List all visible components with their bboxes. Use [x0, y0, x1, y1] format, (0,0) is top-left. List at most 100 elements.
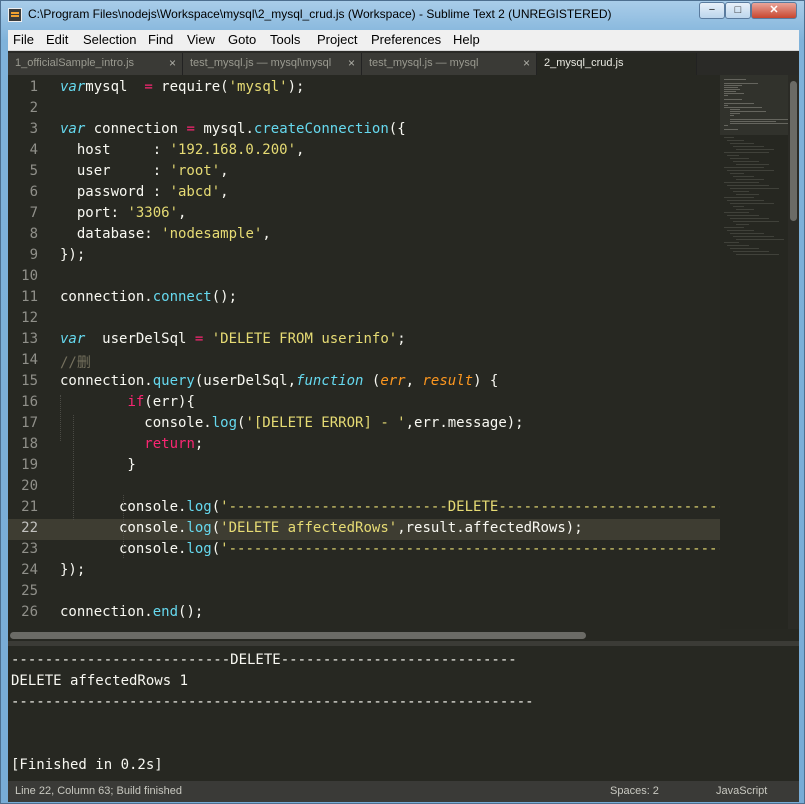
code-token: );: [287, 79, 305, 95]
code-line[interactable]: var userDelSql = 'DELETE FROM userinfo';: [60, 331, 406, 347]
code-line[interactable]: });: [60, 562, 85, 578]
vertical-scrollbar[interactable]: [788, 75, 799, 629]
code-line[interactable]: console.log('---------------------------…: [60, 541, 720, 557]
minimap-line: [724, 103, 754, 104]
code-token: end: [152, 604, 179, 620]
code-area[interactable]: varmysql = require('mysql'); var connecti…: [60, 75, 720, 629]
menu-file[interactable]: File: [13, 32, 34, 47]
minimap-line: [724, 99, 742, 100]
close-button[interactable]: ✕: [751, 2, 797, 19]
minimap-line: [727, 245, 749, 246]
minimap-line: [727, 170, 774, 171]
code-line[interactable]: return;: [60, 436, 203, 452]
code-token: '---------------------------------------…: [220, 541, 720, 557]
menu-edit[interactable]: Edit: [46, 32, 68, 47]
tab-close-icon[interactable]: ×: [348, 56, 355, 70]
line-number: 1: [29, 79, 38, 95]
code-token: var: [60, 79, 86, 95]
minimap-line: [724, 87, 738, 88]
code-line[interactable]: var connection = mysql.createConnection(…: [60, 121, 406, 137]
minimap-line: [724, 105, 728, 106]
minimap-line: [724, 93, 744, 94]
code-line[interactable]: }: [60, 457, 135, 473]
minimap-line: [727, 200, 764, 201]
menu-help[interactable]: Help: [453, 32, 480, 47]
tab-close-icon[interactable]: ×: [523, 56, 530, 70]
minimap-line: [730, 119, 790, 120]
code-line[interactable]: host : '192.168.0.200',: [60, 142, 305, 158]
code-line[interactable]: database: 'nodesample',: [60, 226, 271, 242]
code-token: var: [60, 121, 86, 137]
code-token: log: [186, 541, 212, 557]
minimap-line: [724, 227, 744, 228]
line-number: 15: [21, 373, 38, 389]
tab-1-officialsample-intro[interactable]: 1_officialSample_intro.js ×: [8, 53, 183, 75]
tab-test-mysql-mysql-mysql[interactable]: test_mysql.js — mysql\mysql ×: [183, 53, 362, 75]
code-line[interactable]: connection.connect();: [60, 289, 237, 305]
code-token: (: [211, 499, 221, 515]
code-token: database:: [60, 226, 162, 242]
status-syntax[interactable]: JavaScript: [716, 785, 767, 797]
status-indentation[interactable]: Spaces: 2: [610, 785, 659, 797]
code-line[interactable]: connection.query(userDelSql,function (er…: [60, 373, 498, 389]
indent-guide: [60, 395, 61, 441]
minimap-line: [736, 194, 759, 195]
horizontal-scrollbar[interactable]: [8, 629, 799, 641]
minimap-line: [736, 164, 769, 165]
minimize-button[interactable]: −: [699, 2, 725, 19]
code-token: port:: [60, 205, 128, 221]
code-line[interactable]: connection.end();: [60, 604, 203, 620]
code-editor[interactable]: 1 2 3 4 5 6 7 8 9 10 11 12 13 14 15 16 17 18 19 20 21 22 23 24 2…: [8, 75, 799, 629]
code-line[interactable]: });: [60, 247, 85, 263]
code-line[interactable]: console.log('DELETE affectedRows',result…: [60, 520, 583, 536]
code-token: (: [211, 541, 221, 557]
code-line[interactable]: console.log('[DELETE ERROR] - ',err.mess…: [60, 415, 523, 431]
line-number: 16: [21, 394, 38, 410]
vertical-scroll-thumb[interactable]: [790, 81, 797, 221]
tab-close-icon[interactable]: ×: [169, 56, 176, 70]
horizontal-scroll-thumb[interactable]: [10, 632, 586, 639]
title-bar[interactable]: C:\Program Files\nodejs\Workspace\mysql\…: [1, 1, 804, 30]
code-token: log: [186, 520, 212, 536]
code-line[interactable]: //删: [60, 352, 91, 372]
line-number: 17: [21, 415, 38, 431]
minimap-line: [724, 83, 758, 84]
menu-selection[interactable]: Selection: [83, 32, 136, 47]
minimap-viewport[interactable]: [720, 75, 788, 135]
code-line[interactable]: port: '3306',: [60, 205, 187, 221]
menu-view[interactable]: View: [187, 32, 215, 47]
menu-preferences[interactable]: Preferences: [371, 32, 441, 47]
code-token: (userDelSql,: [194, 373, 297, 389]
window-title: C:\Program Files\nodejs\Workspace\mysql\…: [28, 7, 612, 21]
menu-goto[interactable]: Goto: [228, 32, 256, 47]
line-number: 7: [29, 205, 38, 221]
minimap-line: [724, 125, 728, 126]
tab-2-mysql-crud[interactable]: 2_mysql_crud.js: [537, 53, 697, 75]
line-number: 19: [21, 457, 38, 473]
minimap-line: [724, 167, 764, 168]
minimap-line: [733, 206, 744, 207]
minimap[interactable]: [720, 75, 790, 629]
code-token: ;: [194, 436, 204, 452]
code-line[interactable]: password : 'abcd',: [60, 184, 229, 200]
line-number: 12: [21, 310, 38, 326]
code-token: ,: [296, 142, 305, 158]
menu-tools[interactable]: Tools: [270, 32, 300, 47]
code-token: ,result.affectedRows);: [397, 520, 583, 536]
sublime-app-icon[interactable]: [8, 8, 22, 22]
code-token: connection.: [60, 289, 153, 305]
tab-test-mysql-mysql[interactable]: test_mysql.js — mysql ×: [362, 53, 537, 75]
maximize-button[interactable]: □: [725, 2, 751, 19]
code-line[interactable]: user : 'root',: [60, 163, 229, 179]
build-output-panel[interactable]: --------------------------DELETE--------…: [8, 646, 799, 781]
code-line[interactable]: varmysql = require('mysql');: [60, 79, 304, 95]
menu-find[interactable]: Find: [148, 32, 173, 47]
code-line[interactable]: if(err){: [60, 394, 194, 410]
code-token: require(: [152, 79, 229, 95]
code-token: '3306': [127, 205, 179, 221]
menu-project[interactable]: Project: [317, 32, 357, 47]
status-bar: Line 22, Column 63; Build finished Space…: [8, 781, 799, 802]
status-position: Line 22, Column 63; Build finished: [15, 785, 182, 797]
code-line[interactable]: console.log('--------------------------D…: [60, 499, 720, 515]
code-token: log: [186, 499, 212, 515]
